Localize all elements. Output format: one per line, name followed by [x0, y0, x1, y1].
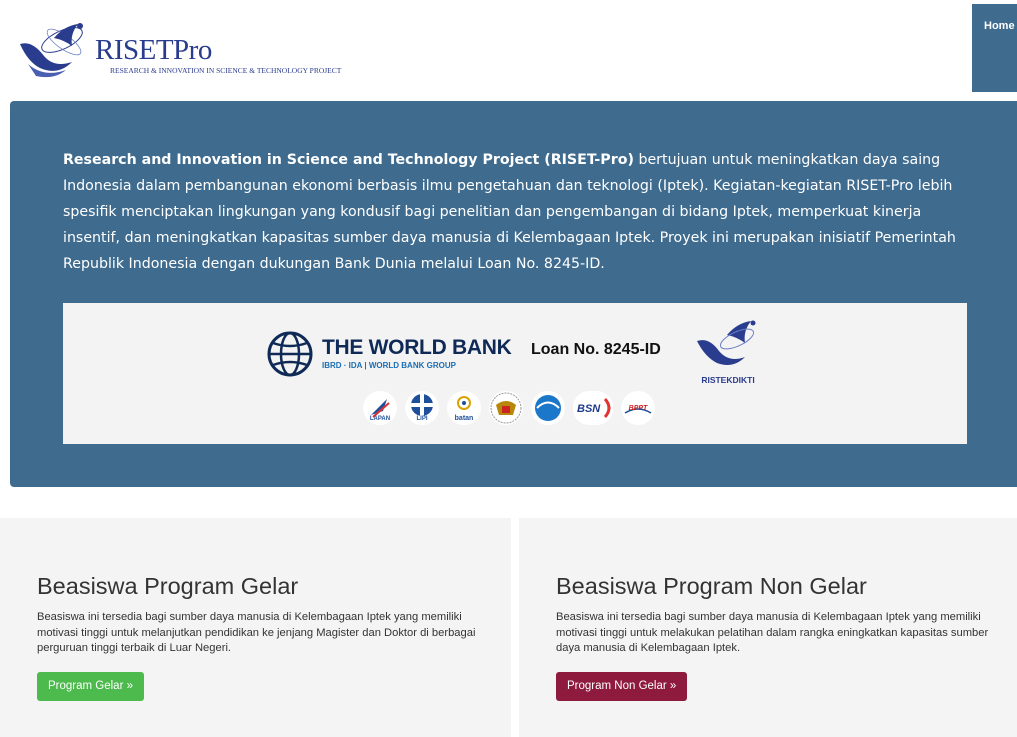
garuda-emblem-icon	[490, 392, 522, 424]
bsn-logo: BSN	[573, 391, 613, 425]
program-non-gelar-button[interactable]: Program Non Gelar »	[556, 672, 688, 701]
hero-section: Research and Innovation in Science and T…	[10, 101, 1017, 487]
risetpro-logo-icon	[20, 23, 83, 78]
bppt-logo: BPPT	[621, 391, 655, 425]
bsn-caption: BSN	[577, 403, 601, 415]
card-gelar-title: Beasiswa Program Gelar	[37, 573, 299, 599]
world-bank-globe-icon	[267, 331, 313, 377]
nav-home-link[interactable]: Home	[972, 4, 1017, 92]
big-logo	[531, 391, 565, 425]
batan-caption: batan	[454, 415, 474, 422]
risetpro-logo[interactable]: RISETPro RESEARCH & INNOVATION IN SCIENC…	[14, 18, 374, 80]
lapan-logo: LAPAN	[363, 391, 397, 425]
ristekdikti-label: RISTEKDIKTI	[701, 375, 755, 385]
lipi-caption: LIPI	[416, 416, 428, 422]
logo-subtitle: RESEARCH & INNOVATION IN SCIENCE & TECHN…	[110, 66, 342, 75]
lapan-caption: LAPAN	[369, 416, 391, 422]
site-header: RISETPro RESEARCH & INNOVATION IN SCIENC…	[0, 0, 1017, 100]
loan-number: Loan No. 8245-ID	[531, 341, 661, 358]
card-program-gelar: Beasiswa Program Gelar Beasiswa ini ters…	[0, 518, 511, 737]
card-program-non-gelar: Beasiswa Program Non Gelar Beasiswa ini …	[519, 518, 1017, 737]
hero-intro-bold: Research and Innovation in Science and T…	[63, 152, 634, 168]
world-bank-subtitle: IBRD · IDA | WORLD BANK GROUP	[322, 361, 456, 370]
bppt-caption: BPPT	[628, 405, 648, 412]
world-bank-title: THE WORLD BANK	[322, 336, 512, 359]
globe-agency-icon	[535, 395, 561, 421]
hero-intro-rest: bertujuan untuk meningkatkan daya saing …	[63, 152, 956, 272]
batan-logo: batan	[447, 391, 481, 425]
card-gelar-text: Beasiswa ini tersedia bagi sumber daya m…	[37, 611, 476, 655]
card-non-gelar-title: Beasiswa Program Non Gelar	[556, 573, 867, 599]
logo-title: RISETPro	[95, 34, 212, 66]
program-gelar-button[interactable]: Program Gelar »	[37, 672, 145, 701]
ristekdikti-logo-icon	[697, 320, 756, 365]
card-non-gelar-text: Beasiswa ini tersedia bagi sumber daya m…	[556, 611, 989, 655]
hero-intro-text: Research and Innovation in Science and T…	[63, 147, 963, 277]
lipi-logo: LIPI	[405, 391, 439, 425]
partner-banner: THE WORLD BANK IBRD · IDA | WORLD BANK G…	[63, 303, 967, 444]
garuda-logo	[489, 391, 523, 425]
